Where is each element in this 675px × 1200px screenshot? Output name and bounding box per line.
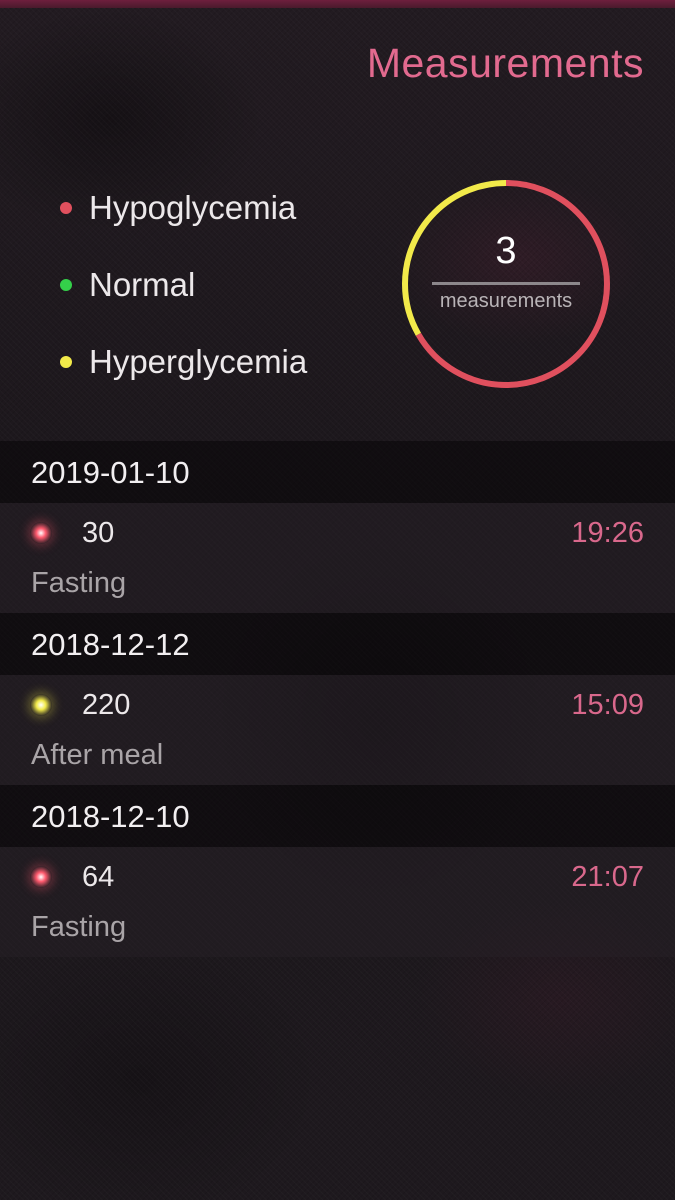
- legend-label: Hypoglycemia: [89, 189, 297, 226]
- status-bar-strip: [0, 0, 675, 8]
- legend-item-hyperglycemia: Hyperglycemia: [60, 343, 307, 381]
- hypoglycemia-dot-icon: [60, 202, 72, 214]
- date-section-header: 2018-12-12: [0, 613, 675, 675]
- status-glow-icon: [30, 522, 52, 544]
- meal-context: Fasting: [31, 567, 127, 599]
- glucose-value: 30: [82, 517, 115, 549]
- legend-label: Hyperglycemia: [89, 343, 308, 380]
- date-section-header: 2018-12-10: [0, 785, 675, 847]
- glucose-value: 220: [82, 689, 131, 721]
- measurement-list-item[interactable]: 64 21:07 Fasting: [0, 847, 675, 957]
- measurement-time: 21:07: [571, 861, 644, 893]
- measurement-time: 19:26: [571, 517, 644, 549]
- measurement-list-item[interactable]: 220 15:09 After meal: [0, 675, 675, 785]
- section-date: 2019-01-10: [31, 455, 190, 490]
- legend-item-hypoglycemia: Hypoglycemia: [60, 189, 296, 227]
- measurement-time: 15:09: [571, 689, 644, 721]
- page-title: Measurements: [366, 40, 644, 86]
- measurement-count: 3: [495, 230, 517, 272]
- ring-divider: [432, 282, 580, 285]
- section-date: 2018-12-10: [31, 799, 190, 834]
- legend-item-normal: Normal: [60, 266, 195, 304]
- glucose-value: 64: [82, 861, 115, 893]
- measurement-list-item[interactable]: 30 19:26 Fasting: [0, 503, 675, 613]
- meal-context: Fasting: [31, 911, 127, 943]
- section-date: 2018-12-12: [31, 627, 190, 662]
- measurements-summary-ring: 3 measurements: [400, 178, 612, 390]
- legend-label: Normal: [89, 266, 196, 303]
- hyperglycemia-dot-icon: [60, 356, 72, 368]
- meal-context: After meal: [31, 739, 164, 771]
- status-glow-icon: [30, 694, 52, 716]
- measurement-count-caption: measurements: [439, 290, 573, 312]
- date-section-header: 2019-01-10: [0, 441, 675, 503]
- status-glow-icon: [30, 866, 52, 888]
- normal-dot-icon: [60, 279, 72, 291]
